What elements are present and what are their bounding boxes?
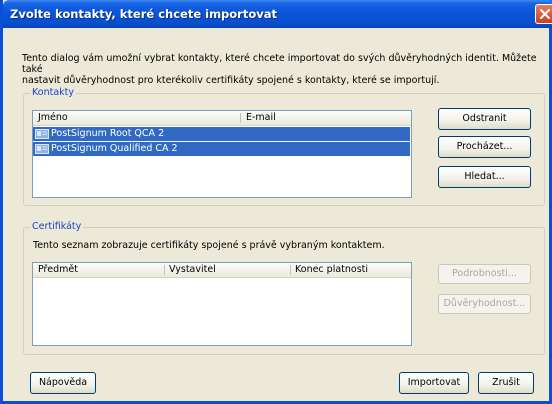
title-bar: Zvolte kontakty, které chcete importovat bbox=[3, 0, 552, 28]
import-button-label: Importovat bbox=[407, 377, 461, 388]
details-button[interactable]: Podrobnosti... bbox=[438, 264, 531, 284]
contact-card-icon bbox=[35, 144, 49, 154]
certificates-info-text: Tento seznam zobrazuje certifikáty spoje… bbox=[33, 240, 385, 251]
contact-card-icon bbox=[35, 129, 49, 139]
details-button-label: Podrobnosti... bbox=[452, 268, 517, 279]
contacts-group: Kontakty Jméno E-mail PostSignum Root QC… bbox=[23, 87, 545, 206]
search-button-label: Hledat... bbox=[464, 171, 505, 182]
column-header-issuer[interactable]: Vystavitel bbox=[164, 263, 290, 277]
contact-name: PostSignum Qualified CA 2 bbox=[51, 143, 178, 154]
cancel-button-label: Zrušit bbox=[492, 377, 520, 388]
help-button[interactable]: Nápověda bbox=[30, 372, 96, 394]
contacts-group-label: Kontakty bbox=[30, 87, 76, 98]
help-button-label: Nápověda bbox=[38, 377, 88, 388]
cancel-button[interactable]: Zrušit bbox=[478, 372, 534, 394]
trust-button-label: Důvěryhodnost... bbox=[443, 298, 526, 309]
close-button[interactable] bbox=[535, 4, 552, 24]
column-header-name[interactable]: Jméno bbox=[33, 111, 241, 125]
import-button[interactable]: Importovat bbox=[399, 372, 469, 394]
trust-button[interactable]: Důvěryhodnost... bbox=[438, 294, 531, 314]
browse-button-label: Procházet... bbox=[456, 141, 513, 152]
close-icon bbox=[540, 9, 550, 19]
remove-button[interactable]: Odstranit bbox=[438, 108, 531, 130]
contact-row[interactable]: PostSignum Root QCA 2 bbox=[33, 127, 410, 141]
contacts-list[interactable]: Jméno E-mail PostSignum Root QCA 2 PostS… bbox=[32, 110, 412, 198]
certificates-list[interactable]: Předmět Vystavitel Konec platnosti bbox=[32, 262, 412, 346]
certificates-list-header: Předmět Vystavitel Konec platnosti bbox=[33, 263, 411, 278]
description-line-1: Tento dialog vám umožní vybrat kontakty,… bbox=[22, 53, 537, 75]
contact-name: PostSignum Root QCA 2 bbox=[51, 128, 165, 139]
search-button[interactable]: Hledat... bbox=[438, 166, 531, 188]
description-line-2: nastavit důvěryhodnost pro kterékoliv ce… bbox=[22, 75, 440, 86]
column-header-email[interactable]: E-mail bbox=[241, 111, 411, 125]
column-header-subject[interactable]: Předmět bbox=[33, 263, 164, 277]
import-contacts-dialog: Zvolte kontakty, které chcete importovat… bbox=[0, 0, 552, 404]
dialog-description: Tento dialog vám umožní vybrat kontakty,… bbox=[22, 53, 542, 86]
contact-row[interactable]: PostSignum Qualified CA 2 bbox=[33, 142, 410, 156]
certificates-group-label: Certifikáty bbox=[30, 221, 84, 232]
certificates-group: Certifikáty Tento seznam zobrazuje certi… bbox=[23, 221, 545, 355]
browse-button[interactable]: Procházet... bbox=[438, 136, 531, 158]
column-header-expiration[interactable]: Konec platnosti bbox=[290, 263, 411, 277]
dialog-title: Zvolte kontakty, které chcete importovat bbox=[10, 7, 278, 21]
remove-button-label: Odstranit bbox=[462, 113, 507, 124]
contacts-list-header: Jméno E-mail bbox=[33, 111, 411, 126]
